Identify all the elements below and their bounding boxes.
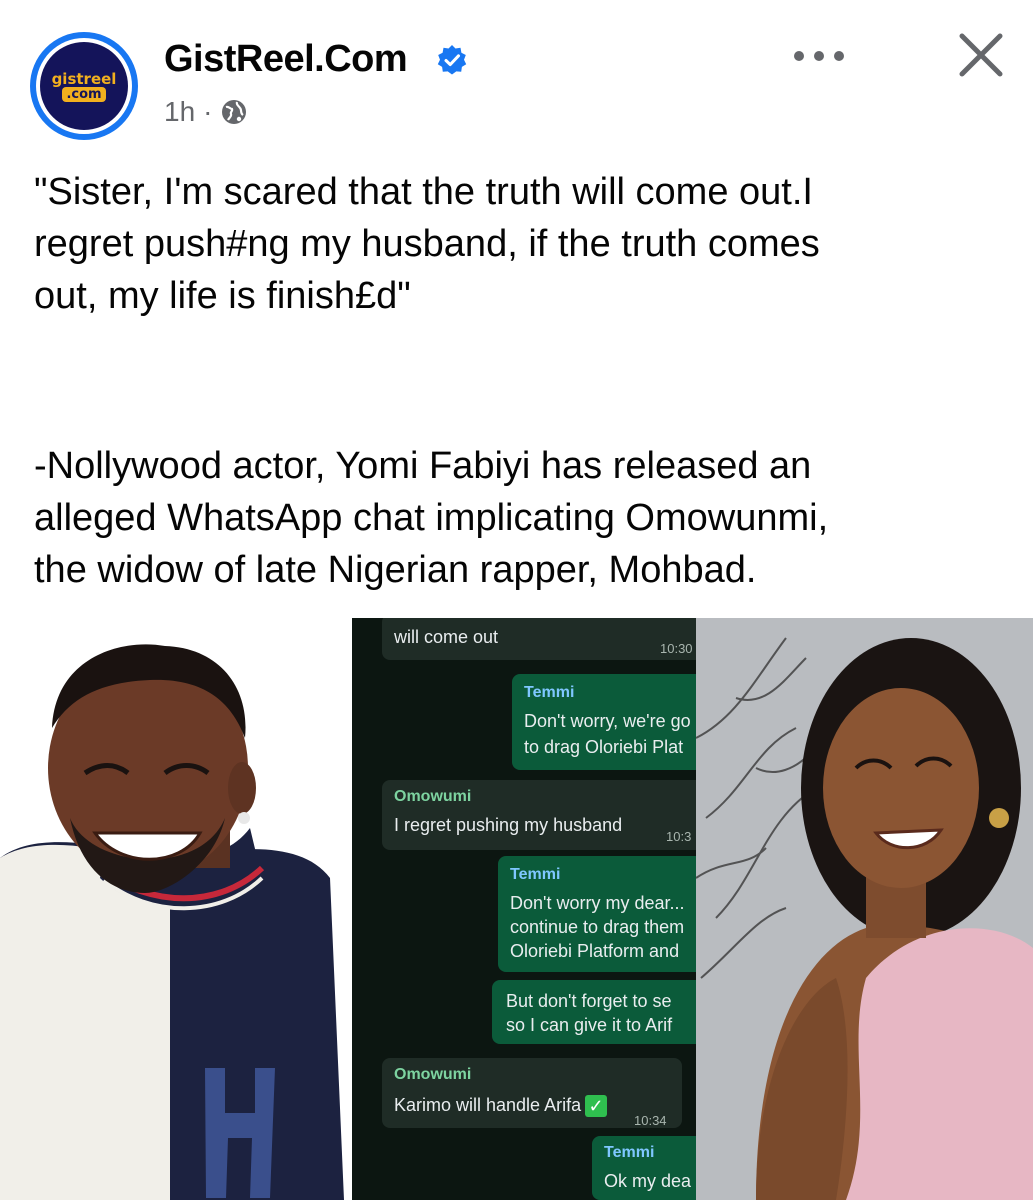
chat-message: Temmi Ok my dea (592, 1136, 696, 1200)
page-avatar[interactable]: gistreel .com (30, 32, 138, 140)
message-time: 10:30 (660, 641, 693, 656)
message-text: Karimo will handle Arifa ✓ (394, 1092, 608, 1118)
body-line: -Nollywood actor, Yomi Fabiyi has releas… (34, 445, 812, 487)
message-text: Oloriebi Platform and (510, 941, 680, 961)
message-text: to drag Oloriebi Plat (524, 737, 684, 757)
page-name-link[interactable]: GistReel.Com (164, 38, 408, 81)
photo-woman[interactable] (696, 618, 1033, 1200)
quote-line: out, my life is finish£d" (34, 275, 411, 317)
chat-message: Temmi Don't worry my dear... continue to… (498, 856, 696, 972)
message-text: But don't forget to se (506, 991, 672, 1011)
post-quote: "Sister, I'm scared that the truth will … (34, 166, 994, 322)
message-text: so I can give it to Arif (506, 1015, 673, 1035)
more-options-icon[interactable] (792, 46, 846, 66)
quote-line: regret push#ng my husband, if the truth … (34, 223, 820, 265)
close-icon[interactable] (956, 30, 1006, 80)
message-sender: Omowumi (394, 1066, 472, 1083)
post-time[interactable]: 1h (164, 96, 195, 128)
chat-message: Omowumi Karimo will handle Arifa ✓ 10:34 (382, 1058, 682, 1128)
body-line: the widow of late Nigerian rapper, Mohba… (34, 549, 757, 591)
message-text: Don't worry my dear... (510, 893, 685, 913)
photo-man[interactable] (0, 618, 344, 1200)
body-line: alleged WhatsApp chat implicating Omowun… (34, 497, 829, 539)
globe-icon (222, 100, 247, 124)
post-body: -Nollywood actor, Yomi Fabiyi has releas… (34, 440, 1014, 596)
chat-message: Omowumi I regret pushing my husband 10:3 (382, 780, 696, 850)
avatar-logo-subtext: .com (62, 86, 106, 102)
message-sender: Omowumi (394, 788, 472, 805)
message-text: Ok my dea (604, 1171, 692, 1191)
woman-illustration (696, 618, 1033, 1200)
post-meta: 1h · (164, 96, 248, 128)
message-time: 10:3 (666, 829, 692, 844)
chat-message: But don't forget to se so I can give it … (492, 980, 696, 1044)
chat-screenshot[interactable]: will come out 10:30 Temmi Don't worry, w… (352, 618, 696, 1200)
chat-message: will come out 10:30 (382, 618, 696, 660)
chat-message: Temmi Don't worry, we're go to drag Olor… (512, 674, 696, 770)
avatar-logo-text: gistreel (51, 69, 117, 88)
man-illustration (0, 618, 344, 1200)
avatar-logo: gistreel .com (40, 42, 128, 130)
message-text: Karimo will handle Arifa (394, 1095, 582, 1115)
post-header: gistreel .com GistReel.Com 1h · (0, 0, 1033, 150)
message-text: Don't worry, we're go (524, 711, 691, 731)
message-sender: Temmi (524, 684, 575, 701)
message-sender: Temmi (604, 1144, 655, 1161)
message-sender: Temmi (510, 866, 561, 883)
message-text: continue to drag them (510, 917, 685, 937)
message-text: will come out (394, 627, 499, 647)
message-text: I regret pushing my husband (394, 815, 623, 835)
quote-line: "Sister, I'm scared that the truth will … (34, 171, 813, 213)
verified-badge-icon (437, 45, 467, 75)
meta-separator: · (203, 96, 213, 127)
message-time: 10:34 (634, 1113, 667, 1128)
check-mark-icon: ✓ (585, 1095, 608, 1118)
